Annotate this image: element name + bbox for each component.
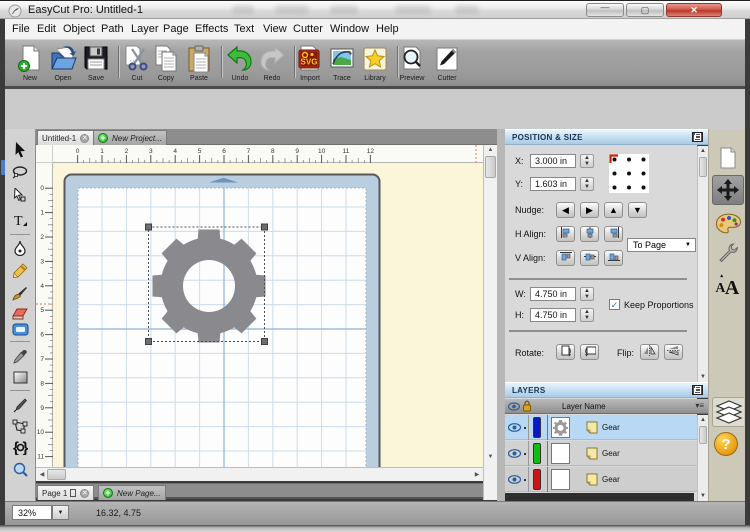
svg-text:A: A (725, 276, 740, 295)
svg-text:1: 1 (40, 210, 44, 217)
svg-text:0: 0 (76, 148, 80, 155)
svg-text:10: 10 (37, 429, 45, 436)
svg-text:6: 6 (222, 148, 226, 155)
svg-text:2: 2 (40, 234, 44, 241)
svg-text:4: 4 (40, 283, 44, 290)
svg-text:8: 8 (40, 380, 44, 387)
svg-text:9: 9 (295, 148, 299, 155)
svg-text:11: 11 (343, 148, 350, 155)
svg-text:7: 7 (247, 148, 251, 155)
svg-text:3: 3 (40, 258, 44, 265)
svg-text:10: 10 (318, 148, 326, 155)
svg-text:12: 12 (367, 148, 375, 155)
svg-text:}: } (22, 440, 28, 455)
svg-text:11: 11 (37, 454, 44, 461)
svg-text:5: 5 (40, 307, 44, 314)
svg-text:8: 8 (271, 148, 275, 155)
svg-text:6: 6 (40, 332, 44, 339)
svg-text:T: T (14, 214, 23, 228)
svg-text:SVG: SVG (301, 58, 318, 67)
svg-text:1: 1 (100, 148, 104, 155)
svg-text:4: 4 (173, 148, 177, 155)
svg-text:3: 3 (149, 148, 153, 155)
svg-text:9: 9 (40, 405, 44, 412)
svg-text:2: 2 (125, 148, 129, 155)
svg-text:0: 0 (40, 185, 44, 192)
svg-text:5: 5 (198, 148, 202, 155)
svg-text:7: 7 (40, 356, 44, 363)
